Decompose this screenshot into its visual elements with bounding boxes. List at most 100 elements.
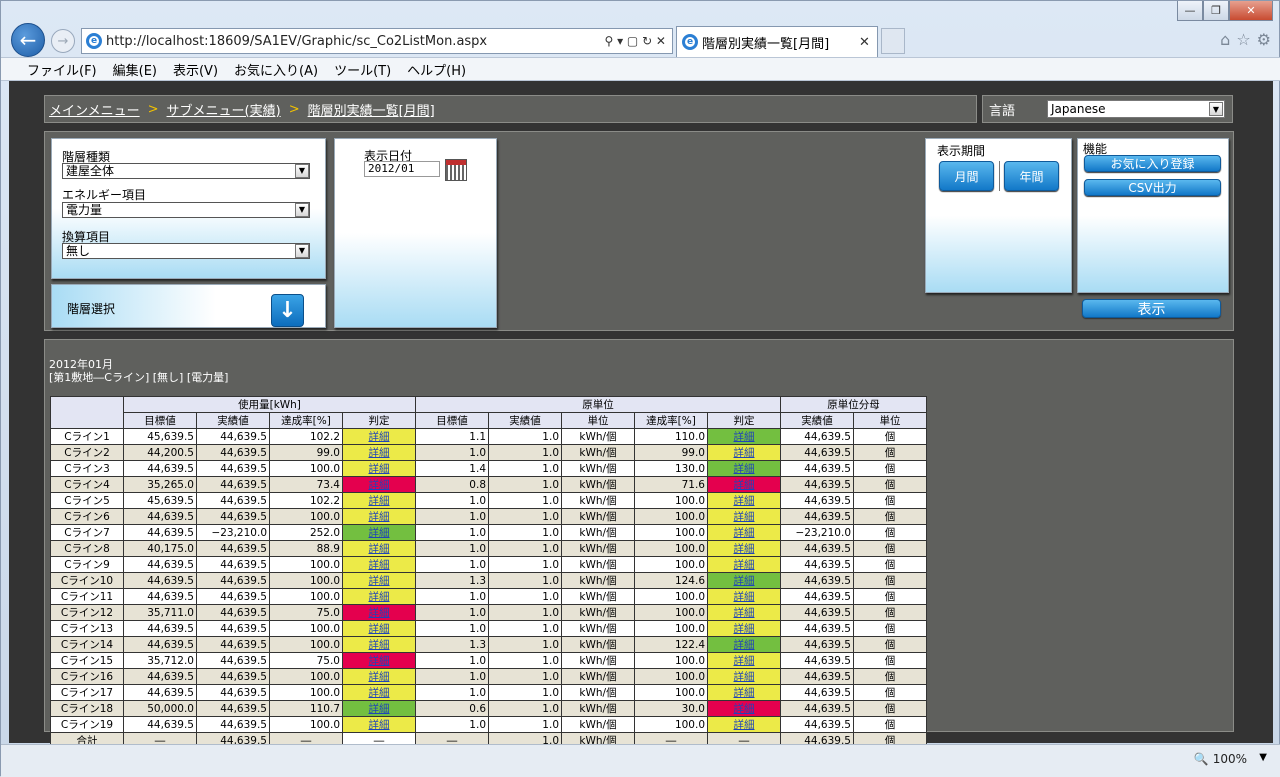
detail-link[interactable]: 詳細: [369, 623, 390, 635]
detail-link[interactable]: 詳細: [734, 511, 755, 523]
new-tab-button[interactable]: [881, 28, 905, 54]
detail-link[interactable]: 詳細: [369, 591, 390, 603]
add-favorite-button[interactable]: お気に入り登録: [1084, 155, 1221, 172]
favorites-star-icon[interactable]: ☆: [1236, 30, 1250, 49]
detail-link[interactable]: 詳細: [369, 511, 390, 523]
table-cell: 44,639.5: [196, 540, 270, 557]
table-cell: 100.0: [634, 508, 708, 525]
table-cell: Cライン12: [50, 604, 124, 621]
table-cell: kWh/個: [561, 620, 635, 637]
tab-close-icon[interactable]: ✕: [859, 35, 877, 50]
table-cell: 個: [853, 444, 927, 461]
zoom-chevron-icon[interactable]: ▼: [1259, 752, 1267, 763]
menu-favorites[interactable]: お気に入り(A): [234, 60, 318, 79]
detail-link[interactable]: 詳細: [734, 479, 755, 491]
breadcrumb-sub-menu[interactable]: サブメニュー(実績): [167, 100, 281, 119]
table-cell: 44,639.5: [196, 636, 270, 653]
forward-button[interactable]: →: [51, 29, 75, 53]
detail-link[interactable]: 詳細: [369, 463, 390, 475]
table-row: Cライン4 35,265.0 44,639.5 73.4 詳細 0.8 1.0 kWh/個 71…: [50, 476, 927, 493]
maximize-button[interactable]: ❐: [1203, 1, 1229, 21]
address-url[interactable]: http://localhost:18609/SA1EV/Graphic/sc_…: [106, 34, 604, 49]
table-cell: 1.0: [488, 572, 562, 589]
table-cell: 100.0: [634, 668, 708, 685]
detail-link[interactable]: 詳細: [734, 655, 755, 667]
energy-select[interactable]: 電力量 ▼: [62, 202, 310, 218]
show-button[interactable]: 表示: [1082, 299, 1221, 318]
menu-help[interactable]: ヘルプ(H): [407, 60, 466, 79]
detail-link[interactable]: 詳細: [369, 639, 390, 651]
menu-file[interactable]: ファイル(F): [27, 60, 97, 79]
menu-tools[interactable]: ツール(T): [334, 60, 391, 79]
detail-link[interactable]: 詳細: [369, 687, 390, 699]
zoom-level[interactable]: 🔍 100%: [1194, 752, 1247, 766]
detail-link[interactable]: 詳細: [734, 559, 755, 571]
language-select[interactable]: Japanese ▼: [1047, 100, 1225, 118]
hier-type-select[interactable]: 建屋全体 ▼: [62, 163, 310, 179]
address-bar[interactable]: e http://localhost:18609/SA1EV/Graphic/s…: [81, 28, 673, 54]
table-row: Cライン12 35,711.0 44,639.5 75.0 詳細 1.0 1.0 kWh/個 1…: [50, 604, 927, 621]
back-button[interactable]: ←: [11, 23, 45, 57]
date-input[interactable]: 2012/01: [364, 161, 440, 177]
table-cell: 44,639.5: [123, 460, 197, 477]
table-cell: 35,265.0: [123, 476, 197, 493]
detail-link[interactable]: 詳細: [369, 671, 390, 683]
detail-link[interactable]: 詳細: [369, 543, 390, 555]
home-icon[interactable]: ⌂: [1220, 30, 1230, 49]
detail-link[interactable]: 詳細: [734, 639, 755, 651]
yearly-button[interactable]: 年間: [1004, 161, 1059, 191]
chevron-down-icon[interactable]: ▼: [295, 244, 309, 258]
gear-icon[interactable]: ⚙: [1257, 30, 1271, 49]
detail-link[interactable]: 詳細: [734, 719, 755, 731]
arrow-down-icon[interactable]: ↓: [271, 294, 304, 327]
table-row: Cライン3 44,639.5 44,639.5 100.0 詳細 1.4 1.0 kWh/個 1…: [50, 460, 927, 477]
detail-link[interactable]: 詳細: [369, 703, 390, 715]
detail-link[interactable]: 詳細: [369, 447, 390, 459]
chevron-down-icon[interactable]: ▼: [295, 203, 309, 217]
browser-tools: ⌂ ☆ ⚙: [1220, 30, 1271, 49]
conversion-select[interactable]: 無し ▼: [62, 243, 310, 259]
detail-link[interactable]: 詳細: [369, 495, 390, 507]
detail-link[interactable]: 詳細: [369, 575, 390, 587]
detail-link[interactable]: 詳細: [734, 431, 755, 443]
detail-link[interactable]: 詳細: [369, 527, 390, 539]
table-cell: 個: [853, 636, 927, 653]
calendar-icon[interactable]: [445, 159, 467, 181]
detail-link[interactable]: 詳細: [734, 623, 755, 635]
judge-cell: 詳細: [342, 524, 416, 541]
address-actions[interactable]: ⚲ ▾ ▢ ↻ ✕: [604, 34, 666, 48]
menu-edit[interactable]: 編集(E): [113, 60, 157, 79]
detail-link[interactable]: 詳細: [369, 431, 390, 443]
breadcrumb-current[interactable]: 階層別実績一覧[月間]: [308, 100, 435, 119]
detail-link[interactable]: 詳細: [734, 687, 755, 699]
table-cell: 100.0: [634, 556, 708, 573]
detail-link[interactable]: 詳細: [734, 447, 755, 459]
table-cell: 44,639.5: [780, 428, 854, 445]
detail-link[interactable]: 詳細: [734, 495, 755, 507]
minimize-button[interactable]: —: [1177, 1, 1203, 21]
table-cell: 個: [853, 540, 927, 557]
close-window-button[interactable]: ✕: [1229, 1, 1273, 21]
detail-link[interactable]: 詳細: [734, 703, 755, 715]
detail-link[interactable]: 詳細: [369, 607, 390, 619]
detail-link[interactable]: 詳細: [734, 463, 755, 475]
detail-link[interactable]: 詳細: [369, 719, 390, 731]
monthly-button[interactable]: 月間: [939, 161, 994, 191]
detail-link[interactable]: 詳細: [734, 671, 755, 683]
browser-tab[interactable]: e 階層別実績一覧[月間] ✕: [676, 26, 878, 57]
detail-link[interactable]: 詳細: [369, 655, 390, 667]
detail-link[interactable]: 詳細: [734, 543, 755, 555]
chevron-down-icon[interactable]: ▼: [1209, 102, 1223, 116]
hier-type-value: 建屋全体: [66, 164, 115, 178]
detail-link[interactable]: 詳細: [734, 575, 755, 587]
detail-link[interactable]: 詳細: [369, 559, 390, 571]
table-cell: 1.0: [488, 588, 562, 605]
breadcrumb-main-menu[interactable]: メインメニュー: [49, 100, 140, 119]
detail-link[interactable]: 詳細: [734, 607, 755, 619]
menu-view[interactable]: 表示(V): [173, 60, 218, 79]
csv-export-button[interactable]: CSV出力: [1084, 179, 1221, 196]
chevron-down-icon[interactable]: ▼: [295, 164, 309, 178]
detail-link[interactable]: 詳細: [369, 479, 390, 491]
detail-link[interactable]: 詳細: [734, 591, 755, 603]
detail-link[interactable]: 詳細: [734, 527, 755, 539]
